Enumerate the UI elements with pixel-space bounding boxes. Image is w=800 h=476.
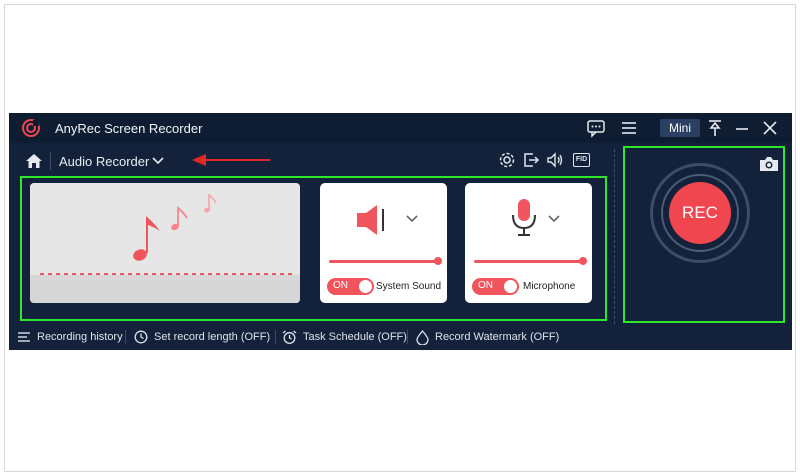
mini-button[interactable]: Mini [660,119,700,137]
alarm-icon [282,330,297,344]
microphone-icon[interactable] [509,197,539,239]
system-sound-card: ON System Sound [320,183,447,303]
system-sound-volume-knob[interactable] [434,257,442,265]
water-drop-icon [416,329,429,345]
task-schedule-link[interactable]: Task Schedule (OFF) [282,329,407,345]
logo-icon [22,119,40,137]
bottom-divider [125,330,126,344]
system-sound-toggle[interactable]: ON [327,278,374,295]
system-sound-volume-slider[interactable] [329,260,439,263]
record-watermark-label: Record Watermark (OFF) [435,331,560,343]
system-sound-toggle-label: ON [333,280,348,291]
chevron-down-icon[interactable] [405,214,419,224]
set-record-length-link[interactable]: Set record length (OFF) [134,329,270,345]
mode-dropdown-label[interactable]: Audio Recorder [59,154,149,169]
nav-divider [50,152,51,170]
home-icon[interactable] [25,152,43,170]
volume-icon[interactable] [546,151,564,169]
recording-history-label: Recording history [37,331,123,343]
app-title: AnyRec Screen Recorder [55,121,203,136]
music-notes-icon [40,193,292,275]
microphone-volume-knob[interactable] [579,257,587,265]
bottom-divider [275,330,276,344]
microphone-card: ON Microphone [465,183,592,303]
recording-history-link[interactable]: Recording history [17,329,123,345]
microphone-toggle-label: ON [478,280,493,291]
toggle-knob [359,280,372,293]
microphone-label: Microphone [523,281,576,292]
menu-icon[interactable] [619,118,639,138]
rec-button[interactable]: REC [669,182,731,244]
toggle-knob [504,280,517,293]
close-icon[interactable] [760,118,780,138]
export-icon[interactable] [522,151,540,169]
set-record-length-label: Set record length (OFF) [154,331,271,343]
record-watermark-link[interactable]: Record Watermark (OFF) [416,329,559,345]
task-schedule-label: Task Schedule (OFF) [303,331,407,343]
feedback-icon[interactable] [586,118,606,138]
settings-icon[interactable] [498,151,516,169]
list-icon [18,332,30,342]
bottom-divider [407,330,408,344]
system-sound-label: System Sound [376,281,442,292]
fid-icon[interactable]: FID [573,153,590,167]
clock-icon [134,330,148,344]
title-bar: AnyRec Screen Recorder Mini [9,113,792,143]
pin-icon[interactable] [705,118,725,138]
audio-visualizer [30,183,300,303]
chevron-down-icon[interactable] [151,155,165,167]
microphone-toggle[interactable]: ON [472,278,519,295]
microphone-volume-slider[interactable] [474,260,584,263]
chevron-down-icon[interactable] [547,214,561,224]
annotation-arrow [192,154,270,166]
app-window: AnyRec Screen Recorder Mini Audio Record… [9,113,792,350]
camera-icon[interactable] [759,156,779,172]
speaker-icon[interactable] [355,202,393,238]
minimize-icon[interactable] [732,118,752,138]
rec-panel-divider [614,149,615,324]
